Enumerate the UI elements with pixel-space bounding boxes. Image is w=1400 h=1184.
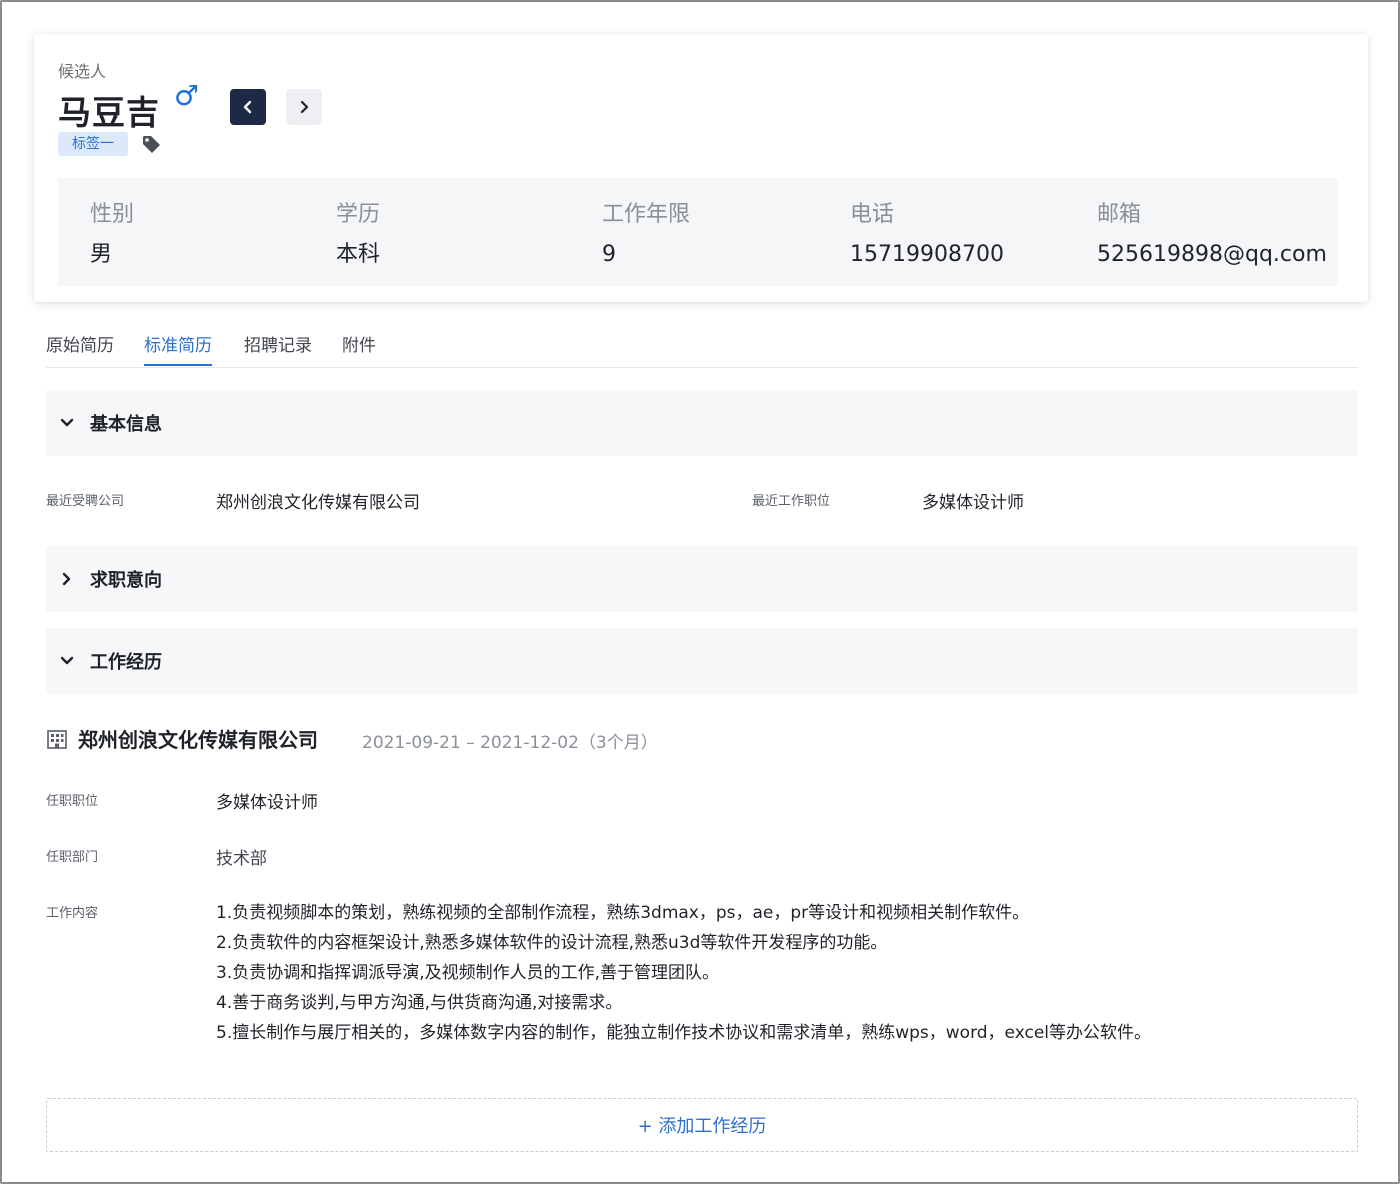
window-frame: 候选人 马豆吉 ♂ 标签一 性别 男 学历 本科 工作年限 9 电话 15719…: [0, 0, 1400, 1184]
summary-email: 邮箱 525619898@qq.com: [1097, 200, 1327, 270]
candidate-summary-panel: 性别 男 学历 本科 工作年限 9 电话 15719908700 邮箱 5256…: [58, 178, 1338, 286]
work-dates: 2021-09-21 – 2021-12-02（3个月）: [362, 733, 658, 753]
summary-label: 学历: [336, 202, 381, 227]
candidate-label: 候选人: [58, 62, 107, 81]
section-title: 工作经历: [90, 652, 162, 673]
section-work-experience-header[interactable]: 工作经历: [46, 628, 1358, 694]
chevron-right-icon: [62, 572, 71, 586]
summary-work-years: 工作年限 9: [602, 200, 690, 270]
work-content-line: 1.负责视频脚本的策划，熟练视频的全部制作流程，熟练3dmax，ps，ae，pr…: [216, 903, 1030, 923]
candidate-name: 马豆吉: [58, 93, 160, 132]
work-content-line: 2.负责软件的内容框架设计,熟悉多媒体软件的设计流程,熟悉u3d等软件开发程序的…: [216, 933, 888, 953]
chevron-down-icon: [60, 656, 74, 665]
section-title: 基本信息: [90, 414, 162, 435]
chevron-right-icon: [300, 100, 309, 114]
add-work-experience-label: + 添加工作经历: [637, 1116, 767, 1137]
tab-original-resume[interactable]: 原始简历: [46, 334, 114, 366]
content-label: 工作内容: [46, 906, 99, 921]
recent-company-label: 最近受聘公司: [46, 494, 125, 509]
summary-value: 男: [90, 242, 113, 267]
tab-standard-resume[interactable]: 标准简历: [144, 334, 212, 366]
department-value: 技术部: [216, 849, 267, 869]
tab-recruitment-records[interactable]: 招聘记录: [244, 334, 312, 366]
building-icon: [47, 730, 67, 749]
previous-candidate-button[interactable]: [230, 89, 266, 125]
work-content-line: 5.擅长制作与展厅相关的，多媒体数字内容的制作，能独立制作技术协议和需求清单，熟…: [216, 1023, 1152, 1043]
summary-value: 15719908700: [850, 242, 1004, 267]
summary-label: 邮箱: [1097, 202, 1142, 227]
summary-label: 工作年限: [602, 202, 691, 227]
department-label: 任职部门: [46, 850, 99, 865]
candidate-header-card: 候选人 马豆吉 ♂ 标签一 性别 男 学历 本科 工作年限 9 电话 15719…: [34, 34, 1368, 302]
work-content-line: 3.负责协调和指挥调派导演,及视频制作人员的工作,善于管理团队。: [216, 963, 720, 983]
work-company-name: 郑州创浪文化传媒有限公司: [78, 728, 318, 752]
position-label: 任职职位: [46, 794, 99, 809]
summary-value: 9: [602, 242, 616, 267]
male-icon: ♂: [174, 79, 200, 112]
summary-label: 性别: [90, 202, 135, 227]
summary-education: 学历 本科: [336, 200, 380, 270]
add-work-experience-button[interactable]: + 添加工作经历: [46, 1098, 1358, 1152]
position-value: 多媒体设计师: [216, 793, 318, 813]
work-content: 1.负责视频脚本的策划，熟练视频的全部制作流程，熟练3dmax，ps，ae，pr…: [216, 898, 1336, 1048]
chevron-down-icon: [60, 418, 74, 427]
next-candidate-button[interactable]: [286, 89, 322, 125]
summary-value: 本科: [336, 242, 381, 267]
summary-label: 电话: [850, 202, 895, 227]
recent-position-label: 最近工作职位: [752, 494, 831, 509]
tab-attachments[interactable]: 附件: [342, 334, 376, 366]
candidate-tag[interactable]: 标签一: [58, 132, 128, 156]
chevron-left-icon: [243, 100, 252, 114]
work-content-line: 4.善于商务谈判,与甲方沟通,与供货商沟通,对接需求。: [216, 993, 623, 1013]
section-basic-info-header[interactable]: 基本信息: [46, 390, 1358, 456]
summary-gender: 性别 男: [90, 200, 134, 270]
summary-phone: 电话 15719908700: [850, 200, 1004, 270]
tag-icon[interactable]: [140, 133, 162, 155]
section-job-intention-header[interactable]: 求职意向: [46, 546, 1358, 612]
summary-value: 525619898@qq.com: [1097, 242, 1327, 267]
resume-tabs: 原始简历 标准简历 招聘记录 附件: [46, 328, 1358, 368]
recent-position-value: 多媒体设计师: [922, 493, 1024, 513]
section-title: 求职意向: [90, 570, 162, 591]
recent-company-value: 郑州创浪文化传媒有限公司: [216, 493, 420, 513]
